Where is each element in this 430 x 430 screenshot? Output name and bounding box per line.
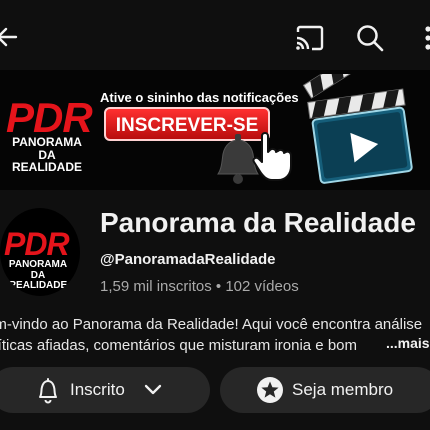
star-badge-icon (257, 377, 283, 403)
more-vert-icon[interactable] (422, 24, 430, 52)
banner-logo-subtitle: PANORAMA DA REALIDADE (4, 136, 90, 174)
cast-icon[interactable] (294, 24, 326, 52)
more-link[interactable]: ...mais (384, 335, 430, 351)
channel-stats: 1,59 mil inscritos • 102 vídeos (100, 278, 299, 295)
subscribed-button[interactable]: Inscrito (0, 367, 210, 413)
banner-logo-sub-line2: REALIDADE (11, 160, 82, 175)
avatar-logo-text: PDR (4, 226, 70, 262)
avatar-logo-sub-line2: REALIDADE (8, 280, 68, 291)
banner-logo-sub-line1: PANORAMA DA (12, 135, 82, 162)
search-icon[interactable] (355, 23, 385, 53)
channel-description[interactable]: em-vindo ao Panorama da Realidade! Aqui … (0, 314, 430, 356)
description-line-2: olíticas afiadas, comentários que mistur… (0, 337, 358, 354)
avatar-logo-subtitle: PANORAMA DA REALIDADE (2, 259, 74, 292)
channel-handle: @PanoramadaRealidade (100, 251, 276, 268)
subscriber-count: 1,59 mil inscritos (100, 278, 212, 295)
join-membership-button[interactable]: Seja membro (220, 367, 430, 413)
hand-pointer-icon (252, 132, 292, 181)
banner-notification-text: Ative o sininho das notificações (100, 90, 299, 105)
clapperboard-play-icon (302, 74, 413, 184)
description-line-1: em-vindo ao Panorama da Realidade! Aqui … (0, 316, 423, 333)
arrow-left-icon[interactable] (0, 24, 20, 50)
subscribed-label: Inscrito (70, 380, 125, 399)
bell-icon (39, 378, 57, 404)
avatar-logo-sub-line1: PANORAMA DA (8, 259, 68, 281)
channel-name: Panorama da Realidade (100, 207, 416, 238)
top-app-bar (0, 0, 430, 72)
avatar[interactable]: PDR PANORAMA DA REALIDADE (0, 208, 80, 296)
chevron-down-icon (144, 384, 162, 395)
video-count: 102 vídeos (225, 278, 299, 295)
join-membership-label: Seja membro (292, 380, 394, 399)
stats-separator: • (215, 278, 222, 295)
